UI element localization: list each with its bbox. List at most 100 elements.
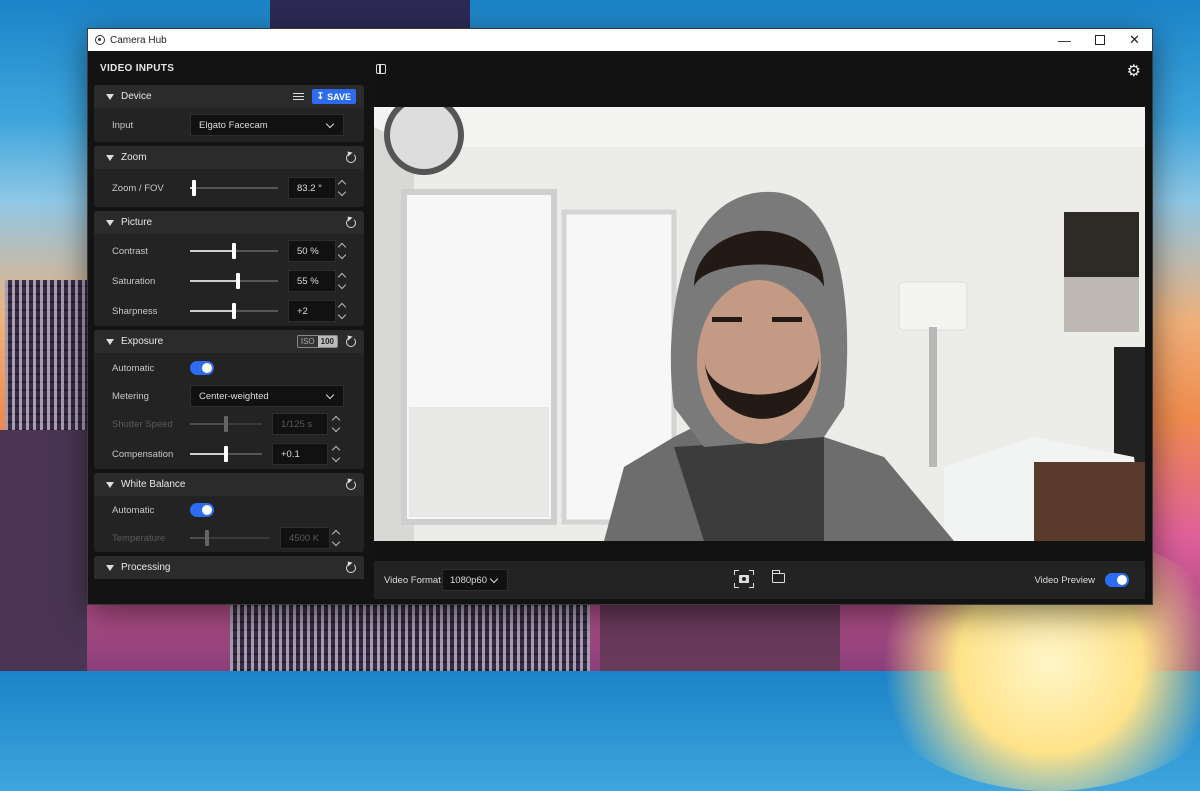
reset-icon[interactable]	[346, 562, 356, 573]
white-balance-automatic-toggle[interactable]	[190, 503, 214, 517]
temperature-slider[interactable]	[190, 530, 270, 546]
iso-badge: ISO 100	[296, 335, 338, 348]
slider-thumb[interactable]	[224, 446, 228, 462]
zoom-label: Zoom / FOV	[112, 182, 164, 194]
input-value: Elgato Facecam	[199, 119, 268, 131]
white-balance-section: White Balance Automatic Temperature 4500…	[94, 473, 364, 552]
save-button[interactable]: ↧ SAVE	[311, 89, 356, 104]
slider-thumb[interactable]	[224, 416, 228, 432]
slider-thumb[interactable]	[205, 530, 209, 546]
saturation-value-field[interactable]: 55 %	[288, 270, 336, 292]
exposure-section-header[interactable]: Exposure ISO 100	[94, 330, 364, 353]
contrast-slider[interactable]	[190, 243, 278, 259]
video-inputs-panel: VIDEO INPUTS Device ↧ SAVE Input Elgato …	[88, 51, 370, 604]
iso-key: ISO	[297, 336, 318, 347]
section-title: Device	[121, 91, 152, 102]
section-title: Exposure	[121, 336, 164, 347]
section-title: Picture	[121, 217, 153, 228]
white-balance-automatic-row: Automatic	[94, 496, 364, 524]
saturation-row: Saturation 55 %	[94, 266, 364, 296]
gear-icon[interactable]: ⚙	[1127, 61, 1141, 81]
automatic-label: Automatic	[112, 504, 155, 516]
caret-down-icon	[106, 93, 114, 100]
compensation-stepper[interactable]	[330, 443, 342, 465]
zoom-value-field[interactable]: 83.2 °	[288, 177, 336, 199]
reset-icon[interactable]	[346, 152, 356, 163]
picture-section-header[interactable]: Picture	[94, 211, 364, 234]
iso-value: 100	[317, 336, 337, 347]
contrast-stepper[interactable]	[336, 240, 348, 262]
slider-thumb[interactable]	[192, 180, 196, 196]
automatic-label: Automatic	[112, 362, 155, 374]
saturation-label: Saturation	[112, 275, 156, 287]
contrast-label: Contrast	[112, 245, 148, 257]
zoom-section-header[interactable]: Zoom	[94, 146, 364, 169]
preview-area: ⚙ Video Format 1080p60 Video Preview	[374, 51, 1152, 604]
shutter-speed-label: Shutter Speed	[112, 418, 173, 430]
panel-title: VIDEO INPUTS	[100, 62, 175, 74]
temperature-value-field[interactable]: 4500 K	[280, 527, 330, 549]
compensation-slider[interactable]	[190, 446, 262, 462]
title-bar: Camera Hub — ✕	[88, 29, 1152, 51]
input-dropdown[interactable]: Elgato Facecam	[190, 114, 344, 136]
save-label: SAVE	[327, 91, 351, 102]
picture-section: Picture Contrast 50 % Saturation 55 % Sh…	[94, 211, 364, 326]
processing-section-header[interactable]: Processing	[94, 556, 364, 579]
compensation-label: Compensation	[112, 448, 174, 460]
video-format-label: Video Format	[384, 574, 441, 586]
zoom-slider[interactable]	[190, 180, 278, 196]
exposure-automatic-toggle[interactable]	[190, 361, 214, 375]
zoom-section: Zoom Zoom / FOV 83.2 °	[94, 146, 364, 207]
sharpness-stepper[interactable]	[336, 300, 348, 322]
metering-row: Metering Center-weighted	[94, 383, 364, 409]
saturation-slider[interactable]	[190, 273, 278, 289]
saturation-stepper[interactable]	[336, 270, 348, 292]
reset-icon[interactable]	[346, 217, 356, 228]
section-title: Processing	[121, 562, 171, 573]
video-preview-toggle[interactable]	[1105, 573, 1129, 587]
zoom-row: Zoom / FOV 83.2 °	[94, 169, 364, 207]
reset-icon[interactable]	[346, 336, 356, 347]
metering-dropdown[interactable]: Center-weighted	[190, 385, 344, 407]
camera-hub-window: Camera Hub — ✕ VIDEO INPUTS Device ↧ SAV…	[87, 28, 1153, 605]
device-section: Device ↧ SAVE Input Elgato Facecam	[94, 85, 364, 142]
video-preview	[374, 107, 1145, 541]
sharpness-slider[interactable]	[190, 303, 278, 319]
shutter-speed-value-field[interactable]: 1/125 s	[272, 413, 328, 435]
slider-thumb[interactable]	[236, 273, 240, 289]
download-icon: ↧	[316, 91, 325, 101]
slider-thumb[interactable]	[232, 243, 236, 259]
caret-down-icon	[106, 481, 114, 488]
processing-section: Processing	[94, 556, 364, 579]
video-format-dropdown[interactable]: 1080p60	[442, 569, 508, 591]
screenshot-camera-icon[interactable]	[734, 570, 754, 588]
minimize-button[interactable]: —	[1047, 29, 1082, 51]
zoom-stepper[interactable]	[336, 177, 348, 199]
metering-label: Metering	[112, 390, 149, 402]
temperature-stepper[interactable]	[330, 527, 342, 549]
close-button[interactable]: ✕	[1117, 29, 1152, 51]
maximize-button[interactable]	[1082, 29, 1117, 51]
compensation-value-field[interactable]: +0.1	[272, 443, 328, 465]
sidebar-toggle-icon[interactable]	[376, 64, 386, 74]
video-preview-label: Video Preview	[1034, 574, 1095, 586]
device-section-header[interactable]: Device ↧ SAVE	[94, 85, 364, 108]
chevron-down-icon	[325, 390, 335, 400]
shutter-speed-row: Shutter Speed 1/125 s	[94, 409, 364, 439]
bottom-toolbar: Video Format 1080p60 Video Preview	[374, 561, 1145, 599]
app-icon	[95, 35, 105, 45]
white-balance-section-header[interactable]: White Balance	[94, 473, 364, 496]
section-title: Zoom	[121, 152, 147, 163]
slider-thumb[interactable]	[232, 303, 236, 319]
exposure-section: Exposure ISO 100 Automatic Metering Cent…	[94, 330, 364, 469]
folder-icon[interactable]	[771, 570, 785, 583]
input-label: Input	[112, 119, 134, 131]
caret-down-icon	[106, 219, 114, 226]
shutter-speed-stepper[interactable]	[330, 413, 342, 435]
sharpness-value-field[interactable]: +2	[288, 300, 336, 322]
contrast-value-field[interactable]: 50 %	[288, 240, 336, 262]
reset-icon[interactable]	[346, 479, 356, 490]
contrast-row: Contrast 50 %	[94, 236, 364, 266]
shutter-speed-slider[interactable]	[190, 416, 262, 432]
tune-icon[interactable]	[292, 92, 304, 101]
